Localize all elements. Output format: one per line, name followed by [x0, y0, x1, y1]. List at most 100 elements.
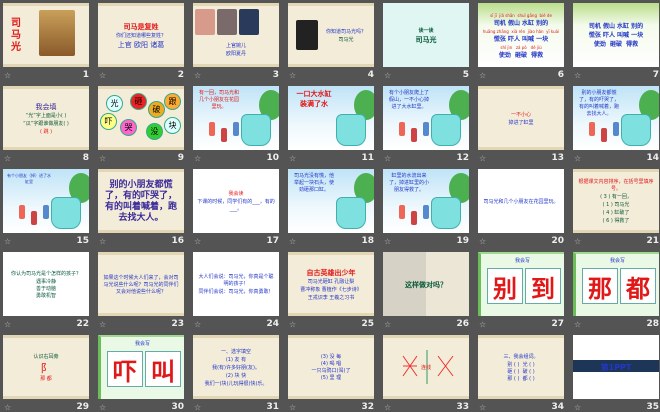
slide-text: 我会读: [228, 191, 244, 197]
slide-number: 34: [551, 402, 564, 412]
slide-text: “光”字上面是小( ): [25, 112, 67, 119]
slide-thumbnail[interactable]: 自古英雄出少年 司马光砸缸 孔融让梨 曹冲称象 曹植作《七步诗》 王戎识李 王羲之习书: [288, 252, 374, 316]
slide-thumbnail[interactable]: 一、选字填空 (1) 友 有我(有)许多好朋(友)。 (2) 块 快我们一(块)儿玩…: [193, 335, 279, 399]
writing-grid-character: 那: [582, 268, 618, 304]
slide-thumbnail[interactable]: 我会填 “光”字上面是小( ) “瓜”字跟谁做朋友( )( 跳 ): [3, 86, 89, 150]
slide-text-block: 有一回，司马光和几个小朋友在花园里玩。: [197, 90, 241, 148]
slide-transition-icon: ☆: [289, 71, 297, 80]
slide-thumbnail[interactable]: 司机 假山 水缸 别的 慌张 吓人 叫喊 一块 使劲 砸破 得救: [573, 3, 659, 67]
writing-grid-character: 吓: [107, 351, 143, 387]
slide-thumbnail[interactable]: 有个小朋友爬上了假山，一不小心掉进了大水缸里。: [383, 86, 469, 150]
slide-number: 1: [82, 70, 89, 80]
portrait-image: [296, 20, 318, 50]
slide-text: 我会填: [35, 102, 57, 111]
slide-thumbnail[interactable]: 如果这个时候大人们来了，会对司马光说些什么呢？司马光的同伴们又会对他说些什么呢？: [98, 252, 184, 316]
slide-text: 欧阳夏丹: [225, 50, 246, 57]
slide-text-block: 司马光没有慌，他举起一块石头，使劲砸那口缸。: [292, 173, 336, 231]
slide-thumbnail[interactable]: 一不小心 掉进了缸里: [478, 86, 564, 150]
slide-thumbnail[interactable]: 大人们会说：司马光，你真是个聪明的孩子！ 同伴们会说：司马光，你真勇敢！: [193, 252, 279, 316]
slide-thumbnail[interactable]: 根据课文内容排序，在括号里填序号。 ( 3 ) 有一回， ( 1 ) 司马光 ( 4 …: [573, 169, 659, 233]
slide-text: 我会写: [609, 258, 625, 264]
slide-thumbnail[interactable]: 一口大水缸 装满了水: [288, 86, 374, 150]
character-bubble: 没: [146, 123, 163, 140]
slide-text: 王戎识李 王羲之习书: [307, 294, 355, 301]
slide-transition-icon: ☆: [384, 154, 392, 163]
slide-text: (1) 友 有: [225, 356, 247, 363]
slide-thumbnail[interactable]: 我会写别到: [478, 252, 564, 316]
slide-number: 23: [171, 319, 184, 329]
slide-text-block: 一口大水缸 装满了水: [292, 90, 336, 148]
slide-text: 曹冲称象 曹植作《七步诗》: [300, 286, 362, 293]
slide-transition-icon: ☆: [4, 71, 12, 80]
slide-text-block: 司马光和几个小朋友在花园里玩。: [482, 173, 560, 231]
slide-thumbnail[interactable]: 司马光和几个小朋友在花园里玩。: [478, 169, 564, 233]
slide-thumbnail[interactable]: 你认为司马光是个怎样的孩子？ 遇事冷静 善于动脑 勇敢机智: [3, 252, 89, 316]
slide-text: huāng zhāng xià rén jiào hǎn yī kuài: [482, 28, 560, 34]
character-bubble: 光: [106, 95, 123, 112]
slide-thumbnail[interactable]: 我会写那都: [573, 252, 659, 316]
slide-text: ( 3 ) 有一回，: [600, 194, 632, 200]
slide-text: 司机 假山 水缸 别的: [493, 19, 549, 27]
slide-text: (3) 没 每 (4) 喝 唱 一只乌鸦口(渴)了 (5) 里 理: [311, 354, 351, 381]
slide-thumbnail[interactable]: 司马是复姓 你们还知道哪些复姓？ 上官 欧阳 诸葛: [98, 3, 184, 67]
photo-image: [195, 9, 215, 35]
slide-number: 4: [367, 70, 374, 80]
slide-number: 35: [646, 402, 659, 412]
slide-number: 13: [551, 153, 564, 163]
slide-thumbnail[interactable]: 有一回，司马光和几个小朋友在花园里玩。: [193, 86, 279, 150]
slide-thumbnail[interactable]: 缸里的水流出来了，掉进缸里的小朋友得救了。: [383, 169, 469, 233]
slide-thumbnail[interactable]: 司 马 光: [3, 3, 89, 67]
slide-number: 2: [177, 70, 184, 80]
slide-transition-icon: ☆: [479, 403, 487, 412]
slide-thumbnail[interactable]: 别的小朋友都慌了，有的吓哭了，有的叫着喊着，跑去找大人。: [573, 86, 659, 150]
slide-thumbnail[interactable]: 连线: [383, 335, 469, 399]
slide-number: 28: [646, 319, 659, 329]
slide-number: 16: [171, 236, 184, 246]
slide-text-block: 读一读 司马光: [387, 7, 465, 65]
slide-thumbnail[interactable]: 你知道司马光吗？ 司马光: [288, 3, 374, 67]
slide-thumbnail[interactable]: (3) 没 每 (4) 喝 唱 一只乌鸦口(渴)了 (5) 里 理: [288, 335, 374, 399]
slide-text: 你们还知道哪些复姓？: [115, 32, 166, 39]
slide-text-block: 有个小朋友（掉）进了水缸里: [7, 173, 51, 231]
slide-thumbnail[interactable]: 有个小朋友（掉）进了水缸里: [3, 169, 89, 233]
slide-thumbnail[interactable]: 第1PPT: [573, 335, 659, 399]
slide-thumbnail[interactable]: 三、我会组词。别 ( ) 光 ( ) 砸 ( ) 破 ( ) 那 ( ) 都 (…: [478, 335, 564, 399]
slide-number: 11: [361, 153, 374, 163]
writing-grid-character: 到: [525, 268, 561, 304]
slide-text: 阝: [40, 361, 52, 375]
slide-text: ( 6 ) 得救了: [602, 218, 630, 224]
slide-text: 慌张 吓人 叫喊 一块: [493, 35, 549, 43]
slide-text: 遇事冷静 善于动脑 勇敢机智: [35, 278, 56, 299]
slide-thumbnail[interactable]: 我会写吓叫: [98, 335, 184, 399]
slide-transition-icon: ☆: [289, 154, 297, 163]
slide-text: 别 ( ) 光 ( ) 砸 ( ) 破 ( ) 那 ( ) 都 ( ): [507, 361, 535, 382]
slide-thumbnail[interactable]: 认识右耳旁阝那 都: [3, 335, 89, 399]
slide-number: 19: [456, 236, 469, 246]
slide-transition-icon: ☆: [194, 71, 202, 80]
slide-text: 有一回，司马光和几个小朋友在花园里玩。: [198, 90, 239, 110]
slide-thumbnail[interactable]: 司马光没有慌，他举起一块石头，使劲砸那口缸。: [288, 169, 374, 233]
slide-thumbnail[interactable]: 我会读 下课的时候，同学们有的___，有的___。: [193, 169, 279, 233]
character-bubble: 哭: [120, 119, 137, 136]
character-bubble: 破: [148, 101, 165, 118]
slide-text-block: 有个小朋友爬上了假山，一不小心掉进了大水缸里。: [387, 90, 431, 148]
slide-thumbnail[interactable]: 光砸破跟吓哭没块: [98, 86, 184, 150]
slide-text-block: 一不小心 掉进了缸里: [482, 93, 560, 145]
slide-text-block: 司马是复姓 你们还知道哪些复姓？ 上官 欧阳 诸葛: [102, 10, 180, 62]
slide-thumbnail[interactable]: 上官婉儿 欧阳夏丹: [193, 3, 279, 67]
slide-text: 司马光和几个小朋友在花园里玩。: [483, 198, 559, 205]
slide-number: 30: [171, 402, 184, 412]
slide-thumbnail[interactable]: 别的小朋友都慌了，有的吓哭了，有的叫着喊着，跑去找大人。: [98, 169, 184, 233]
slide-transition-icon: ☆: [384, 403, 392, 412]
slide-text: 连线: [420, 364, 431, 371]
slide-thumbnail[interactable]: sī jī jiǎ shān shuǐ gāng bié de 司机 假山 水缸 …: [478, 3, 564, 67]
slide-thumbnail[interactable]: 读一读 司马光: [383, 3, 469, 67]
slide-thumbnail[interactable]: 这样做对吗？: [383, 252, 469, 316]
slide-number: 29: [76, 402, 89, 412]
slide-text-block: 司 马 光: [11, 10, 85, 62]
slide-text-block: 别的小朋友都慌了，有的吓哭了，有的叫着喊着，跑去找大人。: [577, 90, 621, 148]
slide-text-block: 连线: [387, 342, 465, 394]
slide-transition-icon: ☆: [99, 403, 107, 412]
slide-text: 上官 欧阳 诸葛: [117, 40, 165, 49]
slide-text: 第1PPT: [600, 363, 632, 372]
